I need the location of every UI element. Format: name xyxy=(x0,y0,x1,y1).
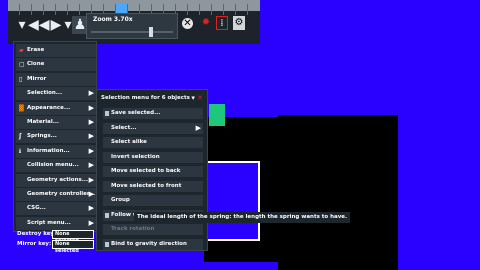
popup-menu-item-label: Bind to gravity direction xyxy=(111,240,187,247)
tool-slot[interactable] xyxy=(236,4,248,15)
popup-menu-item-label: Invert selection xyxy=(111,153,160,160)
side-menu-item[interactable]: Geometry controller... ▶ xyxy=(16,188,96,201)
submenu-arrow-icon: ▶ xyxy=(88,190,94,198)
zoom-label: Zoom 3.70x xyxy=(93,16,133,23)
side-menu-item[interactable]: ▯ Mirror xyxy=(16,72,96,86)
side-menu-item[interactable]: Geometry actions... ▶ xyxy=(16,173,96,187)
tool-slot[interactable] xyxy=(68,4,80,15)
submenu-arrow-icon: ▶ xyxy=(88,146,94,155)
destroy-key-field[interactable]: None selected xyxy=(52,230,94,244)
tool-slot[interactable] xyxy=(56,4,68,15)
tool-slot[interactable] xyxy=(32,4,44,15)
side-menu-item-label: CSG... xyxy=(27,205,46,212)
tool-slot[interactable] xyxy=(188,4,200,15)
side-menu-item-label: Appearance... xyxy=(27,104,71,111)
popup-menu-item[interactable]: Invert selection xyxy=(103,151,203,163)
popup-menu-item[interactable]: Group xyxy=(103,195,203,206)
info-icon: ℹ xyxy=(19,147,22,155)
tool-slot[interactable] xyxy=(8,4,20,15)
close-icon[interactable]: ✕ xyxy=(197,94,203,102)
popup-menu-item-label: Select alike xyxy=(111,139,147,145)
submenu-arrow-icon: ▶ xyxy=(88,175,94,184)
popup-menu-item-label: Move selected to front xyxy=(111,182,182,189)
popup-title: Selection menu for 6 objects xyxy=(101,95,190,101)
tool-slot[interactable] xyxy=(20,4,32,15)
submenu-arrow-icon: ▶ xyxy=(88,103,94,112)
tool-slot[interactable] xyxy=(200,4,212,15)
popup-menu-item[interactable]: Save selected... xyxy=(103,108,203,119)
side-menu-item-label: Material... xyxy=(27,119,60,125)
scene-inner-outline xyxy=(204,161,260,241)
selection-popup: Selection menu for 6 objects ▾ ✕ Save se… xyxy=(96,89,208,251)
rewind-icon[interactable]: ◀◀ xyxy=(28,16,50,34)
mirror-key-field[interactable]: None selected xyxy=(52,240,94,254)
mode-icon[interactable]: ⁞ xyxy=(216,16,228,30)
destroy-key-label: Destroy key: xyxy=(17,231,57,237)
zoom-control[interactable]: Zoom 3.70x xyxy=(86,13,178,39)
popup-menu-item-label: Move selected to back xyxy=(111,168,181,174)
side-menu-item[interactable]: ʃ Springs... ▶ xyxy=(16,130,96,144)
popup-menu-item[interactable]: Select alike xyxy=(103,137,203,148)
side-menu-item-label: Collision menu... xyxy=(27,162,79,169)
side-menu-item[interactable]: Material... ▶ xyxy=(16,116,96,129)
submenu-arrow-icon: ▶ xyxy=(195,123,201,132)
popup-controls: ▾ ✕ xyxy=(191,94,203,102)
popup-menu-item[interactable]: Move selected to back xyxy=(103,166,203,177)
tool-slot[interactable] xyxy=(224,4,236,15)
popup-menu-item-label: Save selected... xyxy=(111,110,161,116)
side-menu-item-label: Mirror xyxy=(27,75,47,82)
side-menu-item-label: Geometry actions... xyxy=(27,176,89,183)
side-menu-item[interactable]: ▓ Appearance... ▶ xyxy=(16,101,96,115)
eraser-icon: ▰ xyxy=(19,47,24,54)
tool-slot[interactable] xyxy=(44,4,56,15)
side-menu-item-label: Selection... xyxy=(27,90,63,97)
side-menu-item-label: Geometry controller... xyxy=(27,191,96,197)
mirror-icon: ▯ xyxy=(19,75,23,83)
submenu-arrow-icon: ▶ xyxy=(88,118,94,126)
palette-icon: ▓ xyxy=(19,104,24,112)
side-menu-item[interactable]: ℹ Information... ▶ xyxy=(16,144,96,158)
side-menu-item-label: Springs... xyxy=(27,133,57,140)
scene-black-block-right xyxy=(278,115,398,270)
side-menu-item-label: Information... xyxy=(27,147,70,154)
side-menu-item[interactable]: ▰ Erase xyxy=(16,44,96,57)
submenu-arrow-icon: ▶ xyxy=(88,89,94,98)
mirror-key-label: Mirror key: xyxy=(17,241,52,247)
tooltip: The ideal length of the spring: the leng… xyxy=(134,212,351,223)
side-menu-item-label: Erase xyxy=(27,47,45,53)
cross-icon[interactable]: ✕ xyxy=(182,18,193,29)
side-menu-item[interactable]: Selection... ▶ xyxy=(16,87,96,101)
side-menu-item[interactable]: Script menu... ▶ xyxy=(16,216,96,230)
object-side-menu: ▰ Erase ▢ Clone ▯ Mirror Selection... ▶ ▓ Appeara… xyxy=(13,41,97,232)
popup-menu-item-label: Group xyxy=(111,197,130,203)
pin-icon[interactable]: ▾ xyxy=(191,94,195,102)
checkbox-icon xyxy=(105,212,109,218)
submenu-arrow-icon: ▶ xyxy=(88,218,94,227)
tool-strip xyxy=(8,0,260,15)
popup-menu-item[interactable]: Track rotation xyxy=(103,224,203,235)
spring-icon: ʃ xyxy=(19,133,22,141)
popup-menu-item[interactable]: Bind to gravity direction xyxy=(103,238,203,250)
clone-icon: ▢ xyxy=(19,61,25,69)
popup-menu-item-label: Select... xyxy=(111,124,137,131)
checkbox-icon xyxy=(105,241,109,247)
settings-icon[interactable]: ⚙ xyxy=(233,16,245,30)
tool-slot[interactable] xyxy=(212,4,224,15)
popup-menu-item[interactable]: Move selected to front xyxy=(103,180,203,192)
popup-menu-item[interactable]: Select... ▶ xyxy=(103,122,203,134)
zoom-slider-track[interactable] xyxy=(91,31,173,33)
side-menu-item[interactable]: ▢ Clone xyxy=(16,58,96,72)
submenu-arrow-icon: ▶ xyxy=(88,132,94,141)
popup-menu-item-label: Track rotation xyxy=(111,226,155,232)
submenu-arrow-icon: ▶ xyxy=(88,204,94,213)
side-menu-item[interactable]: CSG... ▶ xyxy=(16,202,96,216)
selected-object[interactable] xyxy=(209,104,225,126)
checkbox-icon xyxy=(105,111,109,116)
side-menu-item[interactable]: Collision menu... ▶ xyxy=(16,159,96,173)
gear-icon[interactable]: ✹ xyxy=(200,16,212,30)
side-menu-item-label: Script menu... xyxy=(27,219,71,226)
side-menu-item-label: Clone xyxy=(27,61,45,68)
submenu-arrow-icon: ▶ xyxy=(88,161,94,170)
zoom-slider-knob[interactable] xyxy=(148,27,153,37)
